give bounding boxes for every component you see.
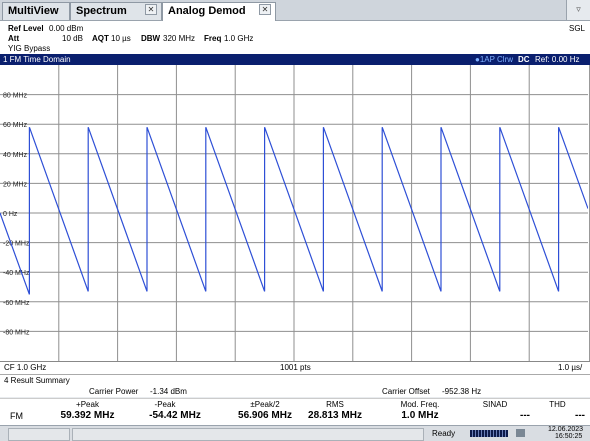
status-bar: Ready 12.06.2023 16:50:25 — [0, 425, 590, 441]
aqt-value: 10 µs — [111, 34, 131, 43]
results-header-mod-freq: Mod. Freq. — [400, 400, 440, 409]
status-led-icon — [516, 429, 525, 437]
carrier-offset-value: -952.38 Hz — [442, 387, 482, 396]
freq-label: Freq — [204, 34, 222, 43]
results-value-minus-peak: -54.42 MHz — [149, 410, 201, 421]
progress-bar — [470, 430, 508, 437]
plot-svg: 80 MHz 60 MHz 40 MHz 20 MHz 0 Hz -20 MHz -40 M… — [0, 65, 589, 361]
status-time: 16:50:25 — [555, 433, 583, 440]
y-tick-label: -20 MHz — [3, 241, 30, 248]
status-field-1 — [8, 428, 70, 441]
att-value: 10 dB — [62, 34, 83, 43]
carrier-power-value: -1.34 dBm — [150, 387, 187, 396]
dbw-value: 320 MHz — [163, 34, 196, 43]
carrier-offset-label: Carrier Offset — [382, 387, 430, 396]
status-date: 12.06.2023 — [548, 426, 584, 433]
yig-bypass: YIG Bypass — [8, 44, 51, 53]
dbw-label: DBW — [141, 34, 161, 43]
results-row-label: FM — [10, 411, 23, 421]
carrier-row: Carrier Power -1.34 dBm Carrier Offset -… — [0, 386, 590, 397]
tab-analog-demod-close-icon[interactable]: ✕ — [259, 4, 271, 15]
plot-footer: CF 1.0 GHz 1001 pts 1.0 µs/ — [0, 361, 590, 374]
tab-multiview-label: MultiView — [8, 5, 59, 17]
carrier-power-label: Carrier Power — [89, 387, 139, 396]
results-header-thd: THD — [549, 400, 566, 409]
results-value-mod-freq: 1.0 MHz — [401, 410, 439, 421]
results-value-sinad: --- — [520, 410, 530, 421]
att-label: Att — [8, 34, 20, 43]
tab-spectrum-close-icon[interactable]: ✕ — [145, 4, 157, 15]
coupling-label: DC — [518, 55, 530, 64]
results-header-rms: RMS — [326, 400, 344, 409]
trace-marker: ●1AP Clrw — [475, 55, 514, 64]
ref-level-value: 0.00 dBm — [49, 24, 84, 33]
results-table: FM +Peak 59.392 MHz -Peak -54.42 MHz ±Pe… — [0, 398, 590, 425]
sweep-mode: SGL — [569, 24, 586, 33]
tab-spectrum-label: Spectrum — [76, 5, 127, 17]
tab-multiview[interactable]: MultiView — [2, 2, 70, 20]
settings-header: Ref Level 0.00 dBm Att 10 dB AQT 10 µs D… — [0, 21, 590, 54]
panel-title: 1 FM Time Domain — [3, 55, 71, 64]
time-per-division: 1.0 µs/ — [558, 363, 583, 372]
status-field-2 — [72, 428, 424, 441]
panel-title-bar[interactable]: 1 FM Time Domain ●1AP Clrw DC Ref: 0.00 … — [0, 54, 590, 65]
ref-label: Ref: 0.00 Hz — [535, 55, 580, 64]
results-value-thd: --- — [575, 410, 585, 421]
aqt-label: AQT — [92, 34, 109, 43]
y-tick-label: 80 MHz — [3, 93, 28, 100]
y-tick-label: 60 MHz — [3, 122, 28, 129]
result-summary-title-text: 4 Result Summary — [4, 376, 70, 385]
y-tick-label: 0 Hz — [3, 211, 18, 218]
status-ready: Ready — [432, 429, 456, 438]
y-tick-label: 40 MHz — [3, 152, 28, 159]
sweep-points: 1001 pts — [280, 363, 311, 372]
fm-time-domain-plot[interactable]: 80 MHz 60 MHz 40 MHz 20 MHz 0 Hz -20 MHz -40 M… — [0, 65, 590, 361]
chevron-down-icon[interactable]: ▿ — [566, 0, 590, 20]
results-header-sinad: SINAD — [482, 400, 508, 409]
y-tick-label: 20 MHz — [3, 181, 28, 188]
results-value-rms: 28.813 MHz — [308, 410, 362, 421]
results-header-minus-peak: -Peak — [154, 400, 176, 409]
freq-value: 1.0 GHz — [224, 34, 254, 43]
tab-analog-demod-label: Analog Demod — [168, 5, 246, 17]
y-tick-label: -80 MHz — [3, 329, 30, 336]
ref-level-label: Ref Level — [8, 24, 44, 33]
center-frequency: CF 1.0 GHz — [4, 363, 47, 372]
y-tick-label: -40 MHz — [3, 270, 30, 277]
y-tick-label: -60 MHz — [3, 300, 30, 307]
